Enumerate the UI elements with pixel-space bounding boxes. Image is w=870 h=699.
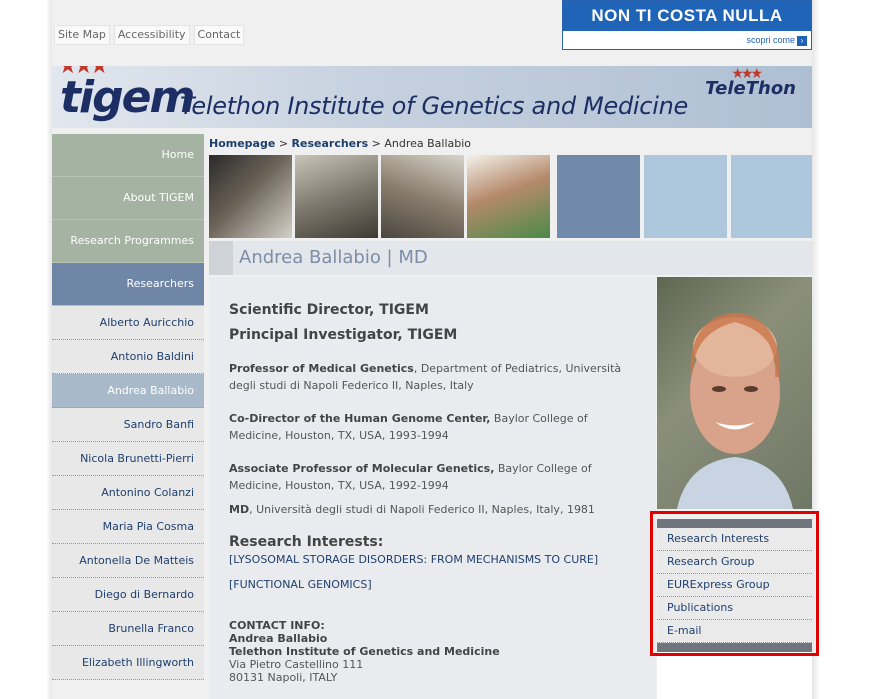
highlight-box [650,511,819,656]
arrow-right-icon: › [797,36,807,46]
page-title: Andrea Ballabio | MD [239,247,428,268]
sidebar-nav: Home About TIGEM Research Programmes Res… [52,134,204,680]
nav-researcher-item[interactable]: Brunella Franco [52,612,204,646]
ad-link[interactable]: scopri come › [746,35,807,46]
portrait-image [677,313,793,509]
nav-about[interactable]: About TIGEM [52,177,204,220]
color-tile-3 [731,155,812,238]
sitemap-link[interactable]: Site Map [54,25,110,45]
breadcrumb: Homepage > Researchers > Andrea Ballabio [209,137,472,150]
telethon-logo: TeleThon [705,78,796,99]
research-interest-link[interactable]: [LYSOSOMAL STORAGE DISORDERS: FROM MECHA… [229,553,598,566]
title-accent [209,241,233,275]
nav-researchers[interactable]: Researchers [52,263,204,306]
nav-researcher-item[interactable]: Maria Pia Cosma [52,510,204,544]
lab-photo-4 [467,155,550,238]
nav-researcher-item[interactable]: Diego di Bernardo [52,578,204,612]
contact-link[interactable]: Contact [193,25,245,45]
nav-researcher-item[interactable]: Nicola Brunetti-Pierri [52,442,204,476]
role-pi: Principal Investigator, TIGEM [229,327,458,343]
nav-researcher-item[interactable]: Antonino Colanzi [52,476,204,510]
nav-researcher-item[interactable]: Antonella De Matteis [52,544,204,578]
nav-home[interactable]: Home [52,134,204,177]
page-title-bar: Andrea Ballabio | MD [209,241,812,275]
career-item: Professor of Medical Genetics, Departmen… [229,362,622,392]
side-spacer [657,652,812,699]
accessibility-link[interactable]: Accessibility [113,25,190,45]
nav-researcher-item[interactable]: Elizabeth Illingworth [52,646,204,680]
institute-title: Telethon Institute of Genetics and Medic… [180,92,688,120]
nav-research-programmes[interactable]: Research Programmes [52,220,204,263]
color-tile-1 [557,155,640,238]
role-director: Scientific Director, TIGEM [229,302,429,318]
lab-photo-2 [295,155,378,238]
nav-researcher-item[interactable]: Alberto Auricchio [52,306,204,340]
nav-researcher-item-active[interactable]: Andrea Ballabio [52,374,204,408]
breadcrumb-home[interactable]: Homepage [209,137,275,150]
research-interest-link[interactable]: [FUNCTIONAL GENOMICS] [229,578,372,591]
ad-headline: NON TI COSTA NULLA [563,1,811,31]
contact-info: CONTACT INFO: Andrea Ballabio Telethon I… [229,619,500,684]
top-links: Site Map Accessibility Contact [54,25,245,45]
researcher-portrait [657,277,812,509]
nav-researcher-item[interactable]: Sandro Banfi [52,408,204,442]
career-item: MD, Università degli studi di Napoli Fed… [229,503,595,516]
profile-content: Scientific Director, TIGEM Principal Inv… [209,277,656,699]
research-interests-heading: Research Interests: [229,534,384,550]
photo-strip [209,155,812,238]
site-banner: ★★★ tigem Telethon Institute of Genetics… [52,66,812,128]
breadcrumb-researchers[interactable]: Researchers [292,137,369,150]
color-tile-2 [644,155,727,238]
ad-banner[interactable]: NON TI COSTA NULLA scopri come › [562,0,812,50]
career-item: Associate Professor of Molecular Genetic… [229,462,592,492]
lab-photo-1 [209,155,292,238]
lab-photo-3 [381,155,464,238]
tigem-logo[interactable]: tigem [60,72,195,123]
breadcrumb-current: Andrea Ballabio [384,137,472,150]
nav-researcher-item[interactable]: Antonio Baldini [52,340,204,374]
career-item: Co-Director of the Human Genome Center, … [229,412,588,442]
